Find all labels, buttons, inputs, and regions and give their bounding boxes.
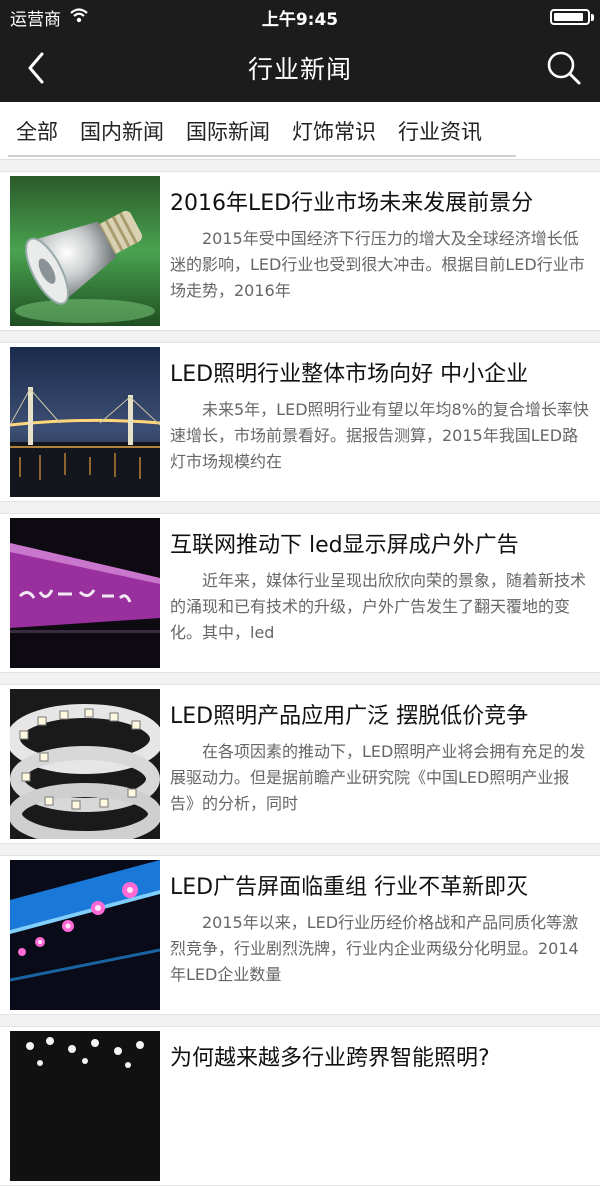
status-time: 上午9:45 — [261, 9, 339, 30]
search-button[interactable] — [544, 48, 584, 88]
tab-all[interactable]: 全部 — [6, 116, 69, 146]
news-summary: 近年来，媒体行业呈现出欣欣向荣的景象，随着新技术的涌现和已有技术的升级，户外广告… — [170, 571, 587, 642]
battery-icon — [550, 9, 594, 25]
news-summary — [170, 1081, 590, 1159]
ceiling-lights-image — [10, 860, 160, 1010]
back-button[interactable] — [16, 48, 56, 88]
news-summary: 未来5年，LED照明行业有望以年均8%的复合增长率快速增长，市场前景看好。据报告… — [170, 400, 589, 471]
news-title: 为何越来越多行业跨界智能照明? — [170, 1046, 490, 1071]
news-item[interactable]: 互联网推动下 led显示屏成户外广告 近年来，媒体行业呈现出欣欣向荣的景象，随着… — [0, 513, 600, 673]
carrier-label: 运营商 — [10, 9, 61, 30]
status-left: 运营商 — [10, 5, 89, 30]
news-list: 2016年LED行业市场未来发展前景分 2015年受中国经济下行压力的增大及全球… — [0, 171, 600, 1186]
bridge-night-image — [10, 347, 160, 497]
news-title: 互联网推动下 led显示屏成户外广告 — [170, 533, 519, 558]
battery-level — [554, 13, 583, 21]
tab-industry-info[interactable]: 行业资讯 — [387, 116, 493, 146]
news-item[interactable]: LED照明产品应用广泛 摆脱低价竞争 在各项因素的推动下，LED照明产业将会拥有… — [0, 684, 600, 844]
tabs-underline — [8, 155, 516, 157]
status-bar: 运营商 上午9:45 — [0, 0, 600, 34]
news-item[interactable]: LED照明行业整体市场向好 中小企业 未来5年，LED照明行业有望以年均8%的复… — [0, 342, 600, 502]
news-content: 为何越来越多行业跨界智能照明? — [170, 1031, 590, 1181]
news-title: 2016年LED行业市场未来发展前景分 — [170, 191, 534, 216]
nav-bar: 行业新闻 — [0, 34, 600, 102]
news-item[interactable]: LED广告屏面临重组 行业不革新即灭 2015年以来，LED行业历经价格战和产品… — [0, 855, 600, 1015]
news-content: 2016年LED行业市场未来发展前景分 2015年受中国经济下行压力的增大及全球… — [170, 176, 590, 326]
news-summary: 2015年受中国经济下行压力的增大及全球经济增长低迷的影响，LED行业也受到很大… — [170, 229, 585, 300]
wifi-icon — [69, 7, 89, 28]
news-item[interactable]: 2016年LED行业市场未来发展前景分 2015年受中国经济下行压力的增大及全球… — [0, 171, 600, 331]
chevron-left-icon — [28, 52, 44, 84]
news-content: 互联网推动下 led显示屏成户外广告 近年来，媒体行业呈现出欣欣向荣的景象，随着… — [170, 518, 590, 668]
led-strip-image — [10, 689, 160, 839]
news-item[interactable]: 为何越来越多行业跨界智能照明? — [0, 1026, 600, 1186]
news-title: LED照明产品应用广泛 摆脱低价竞争 — [170, 704, 529, 729]
news-content: LED照明产品应用广泛 摆脱低价竞争 在各项因素的推动下，LED照明产业将会拥有… — [170, 689, 590, 839]
tab-lighting-tips[interactable]: 灯饰常识 — [281, 116, 387, 146]
led-billboard-image — [10, 518, 160, 668]
led-bulb-image — [10, 176, 160, 326]
news-title: LED照明行业整体市场向好 中小企业 — [170, 362, 529, 387]
news-content: LED广告屏面临重组 行业不革新即灭 2015年以来，LED行业历经价格战和产品… — [170, 860, 590, 1010]
tab-domestic-news[interactable]: 国内新闻 — [69, 116, 175, 146]
news-title: LED广告屏面临重组 行业不革新即灭 — [170, 875, 529, 900]
news-summary: 2015年以来，LED行业历经价格战和产品同质化等激烈竞争，行业剧烈洗牌，行业内… — [170, 913, 579, 984]
category-tabs: 全部 国内新闻 国际新闻 灯饰常识 行业资讯 — [0, 102, 600, 160]
news-summary: 在各项因素的推动下，LED照明产业将会拥有充足的发展驱动力。但是据前瞻产业研究院… — [170, 742, 586, 813]
search-icon — [547, 51, 581, 85]
news-content: LED照明行业整体市场向好 中小企业 未来5年，LED照明行业有望以年均8%的复… — [170, 347, 590, 497]
dot-lights-image — [10, 1031, 160, 1181]
tab-international-news[interactable]: 国际新闻 — [175, 116, 281, 146]
page-title: 行业新闻 — [247, 55, 352, 84]
